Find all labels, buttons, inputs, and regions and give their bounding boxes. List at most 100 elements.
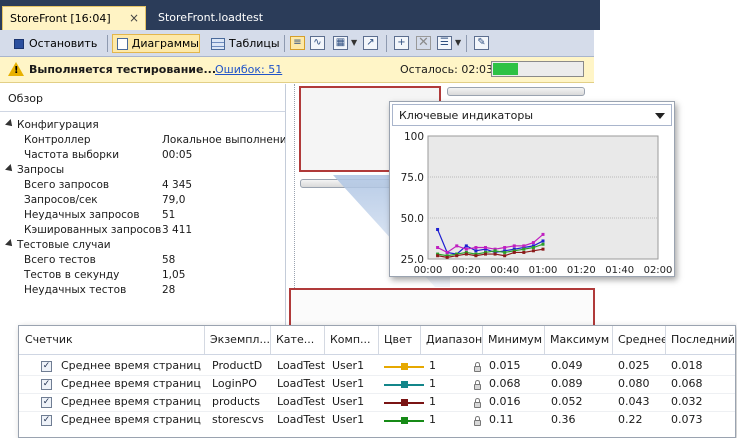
- tab-storefront-run[interactable]: StoreFront [16:04] ×: [2, 6, 146, 30]
- computer-cell: User1: [332, 413, 365, 426]
- row-checkbox[interactable]: ✓: [41, 361, 52, 372]
- column-header-category[interactable]: Кате...: [271, 326, 325, 354]
- properties-icon[interactable]: ✎: [474, 36, 489, 50]
- item-value: 00:05: [162, 149, 193, 161]
- summary-view-icon[interactable]: ≡: [290, 36, 305, 50]
- tab-label: StoreFront [16:04]: [10, 12, 111, 25]
- data-point: [493, 252, 497, 256]
- x-tick-label: 01:40: [605, 265, 634, 276]
- column-header-last[interactable]: Последний: [666, 326, 735, 354]
- column-header-avg[interactable]: Среднее: [613, 326, 666, 354]
- layout-grid-icon[interactable]: ▦: [333, 36, 348, 50]
- expand-triangle-icon[interactable]: [5, 164, 15, 174]
- section-title: Конфигурация: [17, 119, 99, 131]
- line-color-swatch[interactable]: [384, 417, 424, 424]
- graph-selector-dropdown[interactable]: Ключевые индикаторы: [392, 104, 672, 126]
- toolbar: Остановить Диаграммы Таблицы ≡ ∿ ▦ ▼ ↗ +…: [0, 30, 594, 57]
- x-tick-label: 00:20: [452, 265, 481, 276]
- overview-header[interactable]: Обзор: [0, 84, 285, 112]
- min-cell: 0.068: [489, 377, 521, 390]
- chevron-down-icon[interactable]: ▼: [455, 38, 461, 47]
- data-point: [484, 246, 487, 250]
- x-tick-label: 02:00: [644, 265, 673, 276]
- category-cell: LoadTest:: [277, 395, 325, 408]
- column-header-counter[interactable]: Счетчик: [19, 326, 205, 354]
- expand-triangle-icon[interactable]: [5, 239, 15, 249]
- expand-triangle-icon[interactable]: [5, 119, 15, 129]
- export-icon[interactable]: ↗: [363, 36, 378, 50]
- chevron-down-icon[interactable]: [655, 113, 665, 119]
- column-header-min[interactable]: Минимум: [483, 326, 545, 354]
- data-point: [464, 252, 468, 256]
- chevron-down-icon[interactable]: ▼: [351, 38, 357, 47]
- line-color-swatch[interactable]: [384, 399, 424, 406]
- tab-storefront-loadtest[interactable]: StoreFront.loadtest: [158, 11, 263, 24]
- range-cell: 1: [429, 359, 436, 372]
- data-point: [484, 252, 487, 256]
- row-checkbox[interactable]: ✓: [41, 415, 52, 426]
- column-header-range[interactable]: Диапазон: [421, 326, 483, 354]
- line-color-swatch[interactable]: [384, 381, 424, 388]
- running-status-text: Выполняется тестирование...: [29, 63, 217, 76]
- section-requests[interactable]: Запросы: [5, 164, 65, 179]
- row-checkbox[interactable]: ✓: [41, 397, 52, 408]
- chart-icon: [117, 37, 128, 50]
- line-color-swatch[interactable]: [384, 363, 424, 370]
- lock-icon: [474, 362, 481, 372]
- tables-button[interactable]: Таблицы: [207, 34, 280, 53]
- stop-button[interactable]: Остановить: [10, 34, 97, 53]
- row-checkbox[interactable]: ✓: [41, 379, 52, 390]
- section-configuration[interactable]: Конфигурация: [5, 119, 99, 134]
- data-point: [522, 247, 526, 251]
- errors-link[interactable]: Ошибок: 51: [215, 63, 282, 76]
- legend-icon[interactable]: ☰: [437, 36, 452, 50]
- max-cell: 0.36: [551, 413, 576, 426]
- max-cell: 0.049: [551, 359, 583, 372]
- add-counter-icon[interactable]: +: [394, 36, 409, 50]
- avg-cell: 0.043: [618, 395, 650, 408]
- range-cell: 1: [429, 395, 436, 408]
- data-point: [503, 250, 507, 254]
- last-cell: 0.018: [671, 359, 703, 372]
- min-cell: 0.11: [489, 413, 514, 426]
- column-header-instance[interactable]: Экземпл...: [205, 326, 271, 354]
- header-divider: [19, 354, 735, 355]
- computer-cell: User1: [332, 377, 365, 390]
- delete-icon[interactable]: ✕: [416, 36, 431, 50]
- column-header-color[interactable]: Цвет: [379, 326, 421, 354]
- charts-button[interactable]: Диаграммы: [112, 34, 200, 53]
- column-header-max[interactable]: Максимум: [545, 326, 613, 354]
- y-tick-label: 100: [404, 131, 424, 143]
- data-point: [464, 244, 468, 248]
- data-point: [531, 246, 535, 250]
- data-point: [541, 232, 545, 236]
- toolbar-separator: [386, 35, 387, 52]
- y-tick-label: 50.0: [401, 213, 424, 225]
- graph-view-icon[interactable]: ∿: [310, 36, 325, 50]
- column-header-computer[interactable]: Комп...: [325, 326, 379, 354]
- graph-selector-value: Ключевые индикаторы: [399, 109, 534, 122]
- item-value: 28: [162, 284, 176, 296]
- splitter-line[interactable]: [294, 84, 295, 294]
- toolbar-separator: [284, 35, 285, 52]
- counter-name: Среднее время страницы: [61, 377, 201, 390]
- progress-fill: [493, 63, 518, 75]
- graph-panel-header[interactable]: [447, 87, 585, 96]
- data-point: [531, 249, 535, 253]
- section-test-cases[interactable]: Тестовые случаи: [5, 239, 111, 254]
- x-tick-label: 01:20: [567, 265, 596, 276]
- overview-tree: Конфигурация Контроллер Локальное выполн…: [0, 112, 293, 312]
- table-panel-thumbnail[interactable]: [289, 288, 595, 328]
- chart-svg: 10075.050.025.000:00 00:20 00:40 01:00 01:20…: [401, 131, 673, 276]
- lock-icon: [474, 416, 481, 426]
- lock-icon: [474, 380, 481, 390]
- data-point: [455, 254, 459, 258]
- min-cell: 0.016: [489, 395, 521, 408]
- table-icon: [211, 37, 225, 50]
- avg-cell: 0.080: [618, 377, 650, 390]
- close-icon[interactable]: ×: [129, 11, 139, 25]
- item-label: Всего запросов: [24, 179, 110, 191]
- section-title: Запросы: [17, 164, 65, 176]
- max-cell: 0.052: [551, 395, 583, 408]
- data-point: [503, 254, 507, 258]
